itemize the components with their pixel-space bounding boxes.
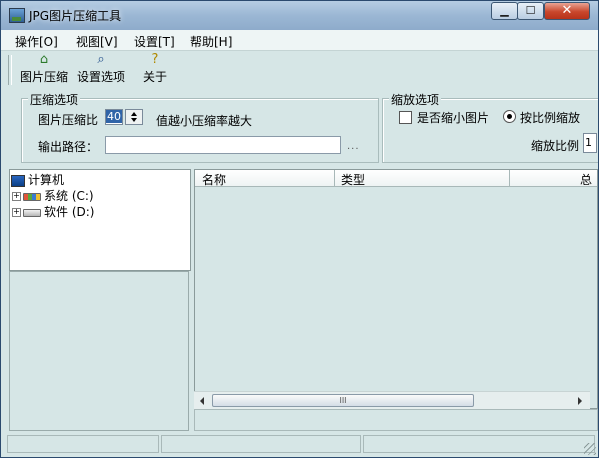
compress-icon: ⌂ xyxy=(39,52,49,67)
shrink-checkbox[interactable] xyxy=(399,111,412,124)
computer-icon xyxy=(11,174,25,187)
file-list[interactable]: 名称 类型 总 xyxy=(194,169,598,409)
column-total[interactable]: 总 xyxy=(580,171,592,188)
expand-icon[interactable]: + xyxy=(12,192,21,201)
expand-icon[interactable]: + xyxy=(12,208,21,217)
close-button[interactable]: ✕ xyxy=(544,2,590,20)
scroll-right-icon[interactable] xyxy=(578,397,582,405)
hard-drive-icon xyxy=(23,208,41,217)
settings-button[interactable]: ⌕ 设置选项 xyxy=(77,53,125,85)
output-path-label: 输出路径： xyxy=(38,140,99,154)
window-title: JPG图片压缩工具 xyxy=(29,9,122,23)
file-list-header: 名称 类型 总 xyxy=(195,170,597,188)
minimize-button[interactable]: ▁ xyxy=(491,2,518,20)
status-cell-1 xyxy=(7,435,159,453)
menu-settings[interactable]: 设置[T] xyxy=(134,33,175,50)
horizontal-scrollbar[interactable]: III xyxy=(194,391,590,409)
scale-ratio-label: 缩放比例 xyxy=(531,139,580,153)
settings-icon: ⌕ xyxy=(97,52,105,67)
compression-options-title: 压缩选项 xyxy=(28,91,81,108)
detail-pane xyxy=(194,409,598,431)
tree-node-computer-label: 计算机 xyxy=(28,173,65,187)
toolbar: ⌂ 图片压缩 ⌕ 设置选项 ? 关于 xyxy=(1,51,598,88)
tree-node-drive-c-label: 系统 (C:) xyxy=(44,189,94,203)
status-cell-2 xyxy=(161,435,361,453)
compression-ratio-input[interactable]: 40 xyxy=(105,109,123,125)
output-path-field[interactable] xyxy=(105,136,341,154)
app-icon xyxy=(9,8,25,23)
about-button[interactable]: ? 关于 xyxy=(143,53,167,85)
proportional-radio[interactable] xyxy=(503,110,516,123)
windows-drive-icon xyxy=(23,192,41,201)
tree-node-drive-d-label: 软件 (D:) xyxy=(44,205,95,219)
spin-down-icon[interactable] xyxy=(131,118,137,122)
menu-help[interactable]: 帮助[H] xyxy=(190,33,232,50)
compression-ratio-hint: 值越小压缩率越大 xyxy=(156,114,253,128)
app-window: JPG图片压缩工具 ▁ ☐ ✕ 操作[O] 视图[V] 设置[T] 帮助[H] … xyxy=(0,0,599,458)
scale-options-title: 缩放选项 xyxy=(389,91,442,108)
maximize-button[interactable]: ☐ xyxy=(517,2,544,20)
compression-ratio-value: 40 xyxy=(106,110,122,123)
title-bar[interactable]: JPG图片压缩工具 ▁ ☐ ✕ xyxy=(1,1,598,30)
column-divider[interactable] xyxy=(334,170,335,186)
column-type[interactable]: 类型 xyxy=(341,171,365,188)
settings-label: 设置选项 xyxy=(77,70,126,84)
tree-node-computer[interactable]: 计算机 xyxy=(11,171,64,187)
scale-ratio-input[interactable]: 1 xyxy=(583,133,597,153)
about-icon: ? xyxy=(151,52,159,67)
menu-view[interactable]: 视图[V] xyxy=(76,33,118,50)
toolbar-grip[interactable] xyxy=(8,55,12,85)
spin-up-icon[interactable] xyxy=(131,112,137,116)
menu-operate[interactable]: 操作[O] xyxy=(15,33,58,50)
column-divider[interactable] xyxy=(509,170,510,186)
scroll-thumb[interactable]: III xyxy=(212,394,474,407)
menu-bar: 操作[O] 视图[V] 设置[T] 帮助[H] xyxy=(1,30,598,51)
tree-node-drive-c[interactable]: + 系统 (C:) xyxy=(12,187,94,203)
preview-pane xyxy=(9,271,189,431)
compression-ratio-label: 图片压缩比 xyxy=(38,113,99,127)
scroll-left-icon[interactable] xyxy=(200,397,204,405)
browse-button[interactable]: ... xyxy=(347,141,360,152)
folder-tree[interactable]: 计算机 + 系统 (C:) + 软件 (D:) xyxy=(9,169,191,271)
column-name[interactable]: 名称 xyxy=(202,171,226,188)
proportional-label: 按比例缩放 xyxy=(520,111,581,125)
about-label: 关于 xyxy=(143,70,168,84)
compression-ratio-spinner[interactable] xyxy=(125,109,143,125)
compress-button[interactable]: ⌂ 图片压缩 xyxy=(20,53,68,85)
resize-grip-icon[interactable] xyxy=(584,443,596,455)
compress-label: 图片压缩 xyxy=(20,70,69,84)
status-bar xyxy=(1,433,598,457)
status-cell-3 xyxy=(363,435,595,453)
tree-node-drive-d[interactable]: + 软件 (D:) xyxy=(12,203,94,219)
shrink-label: 是否缩小图片 xyxy=(417,111,490,125)
